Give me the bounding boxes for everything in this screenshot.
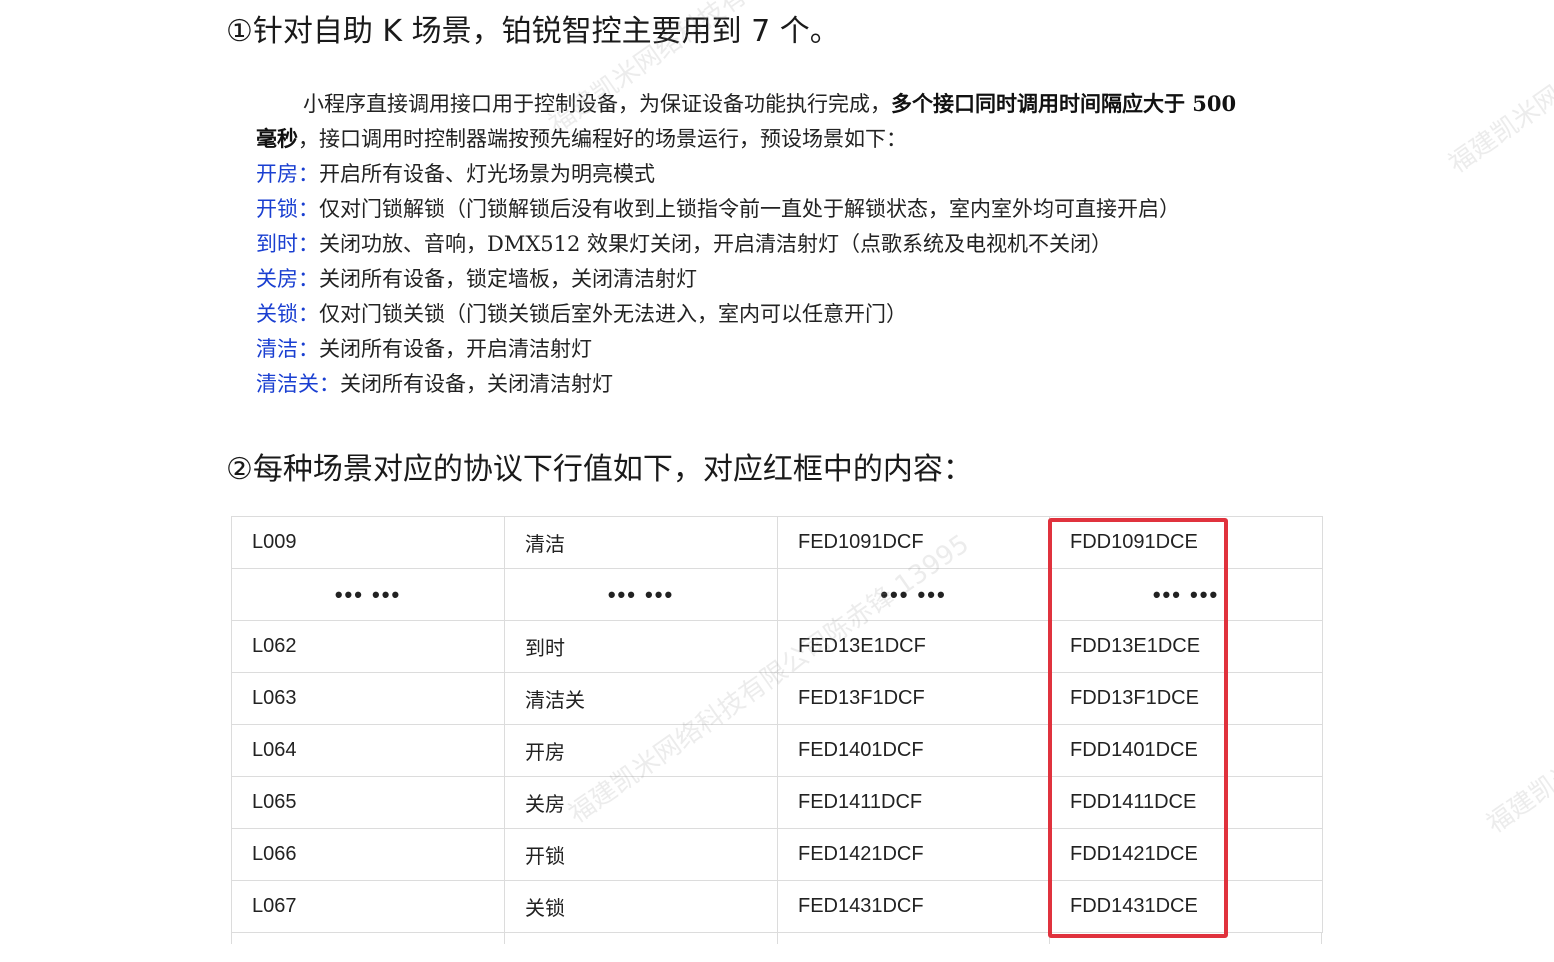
upstream-value-cell: FED1421DCF (777, 828, 1050, 881)
scene-description: 仅对门锁解锁（门锁解锁后没有收到上锁指令前一直处于解锁状态，室内室外均可直接开启… (319, 197, 1180, 221)
downstream-value-cell: FDD13E1DCE (1049, 620, 1323, 673)
scene-name-cell: 开锁 (504, 828, 778, 881)
scene-name: 关房： (256, 267, 319, 291)
scene-description: 关闭所有设备，锁定墙板，关闭清洁射灯 (319, 267, 697, 291)
downstream-value-cell: FDD1411DCE (1049, 776, 1323, 829)
protocol-table: L009 清洁 FED1091DCF FDD1091DCE ••• ••• ••… (231, 516, 1323, 933)
upstream-value-cell: FED1091DCF (777, 516, 1050, 569)
downstream-value-cell: FDD1091DCE (1049, 516, 1323, 569)
scene-description: 关闭所有设备，关闭清洁射灯 (340, 372, 613, 396)
intro-bold-text: 多个接口同时调用时间隔应大于 500 (891, 91, 1237, 116)
upstream-value-cell: FED13E1DCF (777, 620, 1050, 673)
scene-item: 开锁：仅对门锁解锁（门锁解锁后没有收到上锁指令前一直处于解锁状态，室内室外均可直… (256, 193, 1180, 223)
downstream-value-cell: FDD1401DCE (1049, 724, 1323, 777)
scene-code-cell: L062 (231, 620, 505, 673)
table-row: L064 开房 FED1401DCF FDD1401DCE (231, 724, 1323, 777)
scene-item: 开房：开启所有设备、灯光场景为明亮模式 (256, 158, 655, 188)
scene-item: 关房：关闭所有设备，锁定墙板，关闭清洁射灯 (256, 263, 697, 293)
column-divider (1049, 932, 1050, 944)
intro-bold-text: 毫秒 (256, 126, 298, 151)
scene-name-cell: 清洁 (504, 516, 778, 569)
ellipsis-cell: ••• ••• (777, 568, 1050, 621)
scene-name-cell: 到时 (504, 620, 778, 673)
downstream-value-cell: FDD1431DCE (1049, 880, 1323, 933)
upstream-value-cell: FED1401DCF (777, 724, 1050, 777)
scene-description: 开启所有设备、灯光场景为明亮模式 (319, 162, 655, 186)
upstream-value-cell: FED1431DCF (777, 880, 1050, 933)
scene-description: 仅对门锁关锁（门锁关锁后室外无法进入，室内可以任意开门） (319, 302, 907, 326)
downstream-value-cell: FDD1421DCE (1049, 828, 1323, 881)
intro-text: 小程序直接调用接口用于控制设备，为保证设备功能执行完成， (303, 92, 891, 116)
section-heading-1: ①针对自助 K 场景，铂锐智控主要用到 7 个。 (226, 14, 840, 49)
scene-name-cell: 关锁 (504, 880, 778, 933)
scene-item: 关锁：仅对门锁关锁（门锁关锁后室外无法进入，室内可以任意开门） (256, 298, 907, 328)
upstream-value-cell: FED1411DCF (777, 776, 1050, 829)
scene-name: 到时： (256, 232, 319, 256)
table-row: L009 清洁 FED1091DCF FDD1091DCE (231, 516, 1323, 569)
table-row: L062 到时 FED13E1DCF FDD13E1DCE (231, 620, 1323, 673)
intro-text: ，接口调用时控制器端按预先编程好的场景运行，预设场景如下： (298, 127, 907, 151)
ellipsis-cell: ••• ••• (1049, 568, 1323, 621)
watermark-text: 福建凯米 (1481, 755, 1554, 840)
intro-line-1: 小程序直接调用接口用于控制设备，为保证设备功能执行完成，多个接口同时调用时间隔应… (303, 88, 1373, 118)
watermark-text: 福建凯米网 (1443, 80, 1554, 180)
scene-name: 开房： (256, 162, 319, 186)
table-row: L067 关锁 FED1431DCF FDD1431DCE (231, 880, 1323, 933)
scene-name-cell: 开房 (504, 724, 778, 777)
scene-name: 关锁： (256, 302, 319, 326)
scene-description: 关闭所有设备，开启清洁射灯 (319, 337, 592, 361)
table-row-ellipsis: ••• ••• ••• ••• ••• ••• ••• ••• (231, 568, 1323, 621)
scene-description: 关闭功放、音响，DMX512 效果灯关闭，开启清洁射灯（点歌系统及电视机不关闭） (319, 232, 1113, 256)
column-divider (504, 932, 505, 944)
table-row: L065 关房 FED1411DCF FDD1411DCE (231, 776, 1323, 829)
scene-code-cell: L064 (231, 724, 505, 777)
ellipsis-cell: ••• ••• (504, 568, 778, 621)
table-continuation (231, 932, 1322, 944)
scene-code-cell: L009 (231, 516, 505, 569)
intro-line-2: 毫秒，接口调用时控制器端按预先编程好的场景运行，预设场景如下： (256, 123, 1326, 153)
scene-item: 到时：关闭功放、音响，DMX512 效果灯关闭，开启清洁射灯（点歌系统及电视机不… (256, 228, 1112, 258)
downstream-value-cell: FDD13F1DCE (1049, 672, 1323, 725)
column-divider (777, 932, 778, 944)
scene-name-cell: 清洁关 (504, 672, 778, 725)
scene-code-cell: L063 (231, 672, 505, 725)
scene-item: 清洁：关闭所有设备，开启清洁射灯 (256, 333, 592, 363)
ellipsis-cell: ••• ••• (231, 568, 505, 621)
scene-item: 清洁关：关闭所有设备，关闭清洁射灯 (256, 368, 613, 398)
scene-code-cell: L067 (231, 880, 505, 933)
upstream-value-cell: FED13F1DCF (777, 672, 1050, 725)
table-row: L066 开锁 FED1421DCF FDD1421DCE (231, 828, 1323, 881)
scene-name: 开锁： (256, 197, 319, 221)
scene-name: 清洁： (256, 337, 319, 361)
table-row: L063 清洁关 FED13F1DCF FDD13F1DCE (231, 672, 1323, 725)
scene-code-cell: L066 (231, 828, 505, 881)
scene-name: 清洁关： (256, 372, 340, 396)
scene-name-cell: 关房 (504, 776, 778, 829)
section-heading-2: ②每种场景对应的协议下行值如下，对应红框中的内容： (226, 452, 973, 487)
scene-code-cell: L065 (231, 776, 505, 829)
